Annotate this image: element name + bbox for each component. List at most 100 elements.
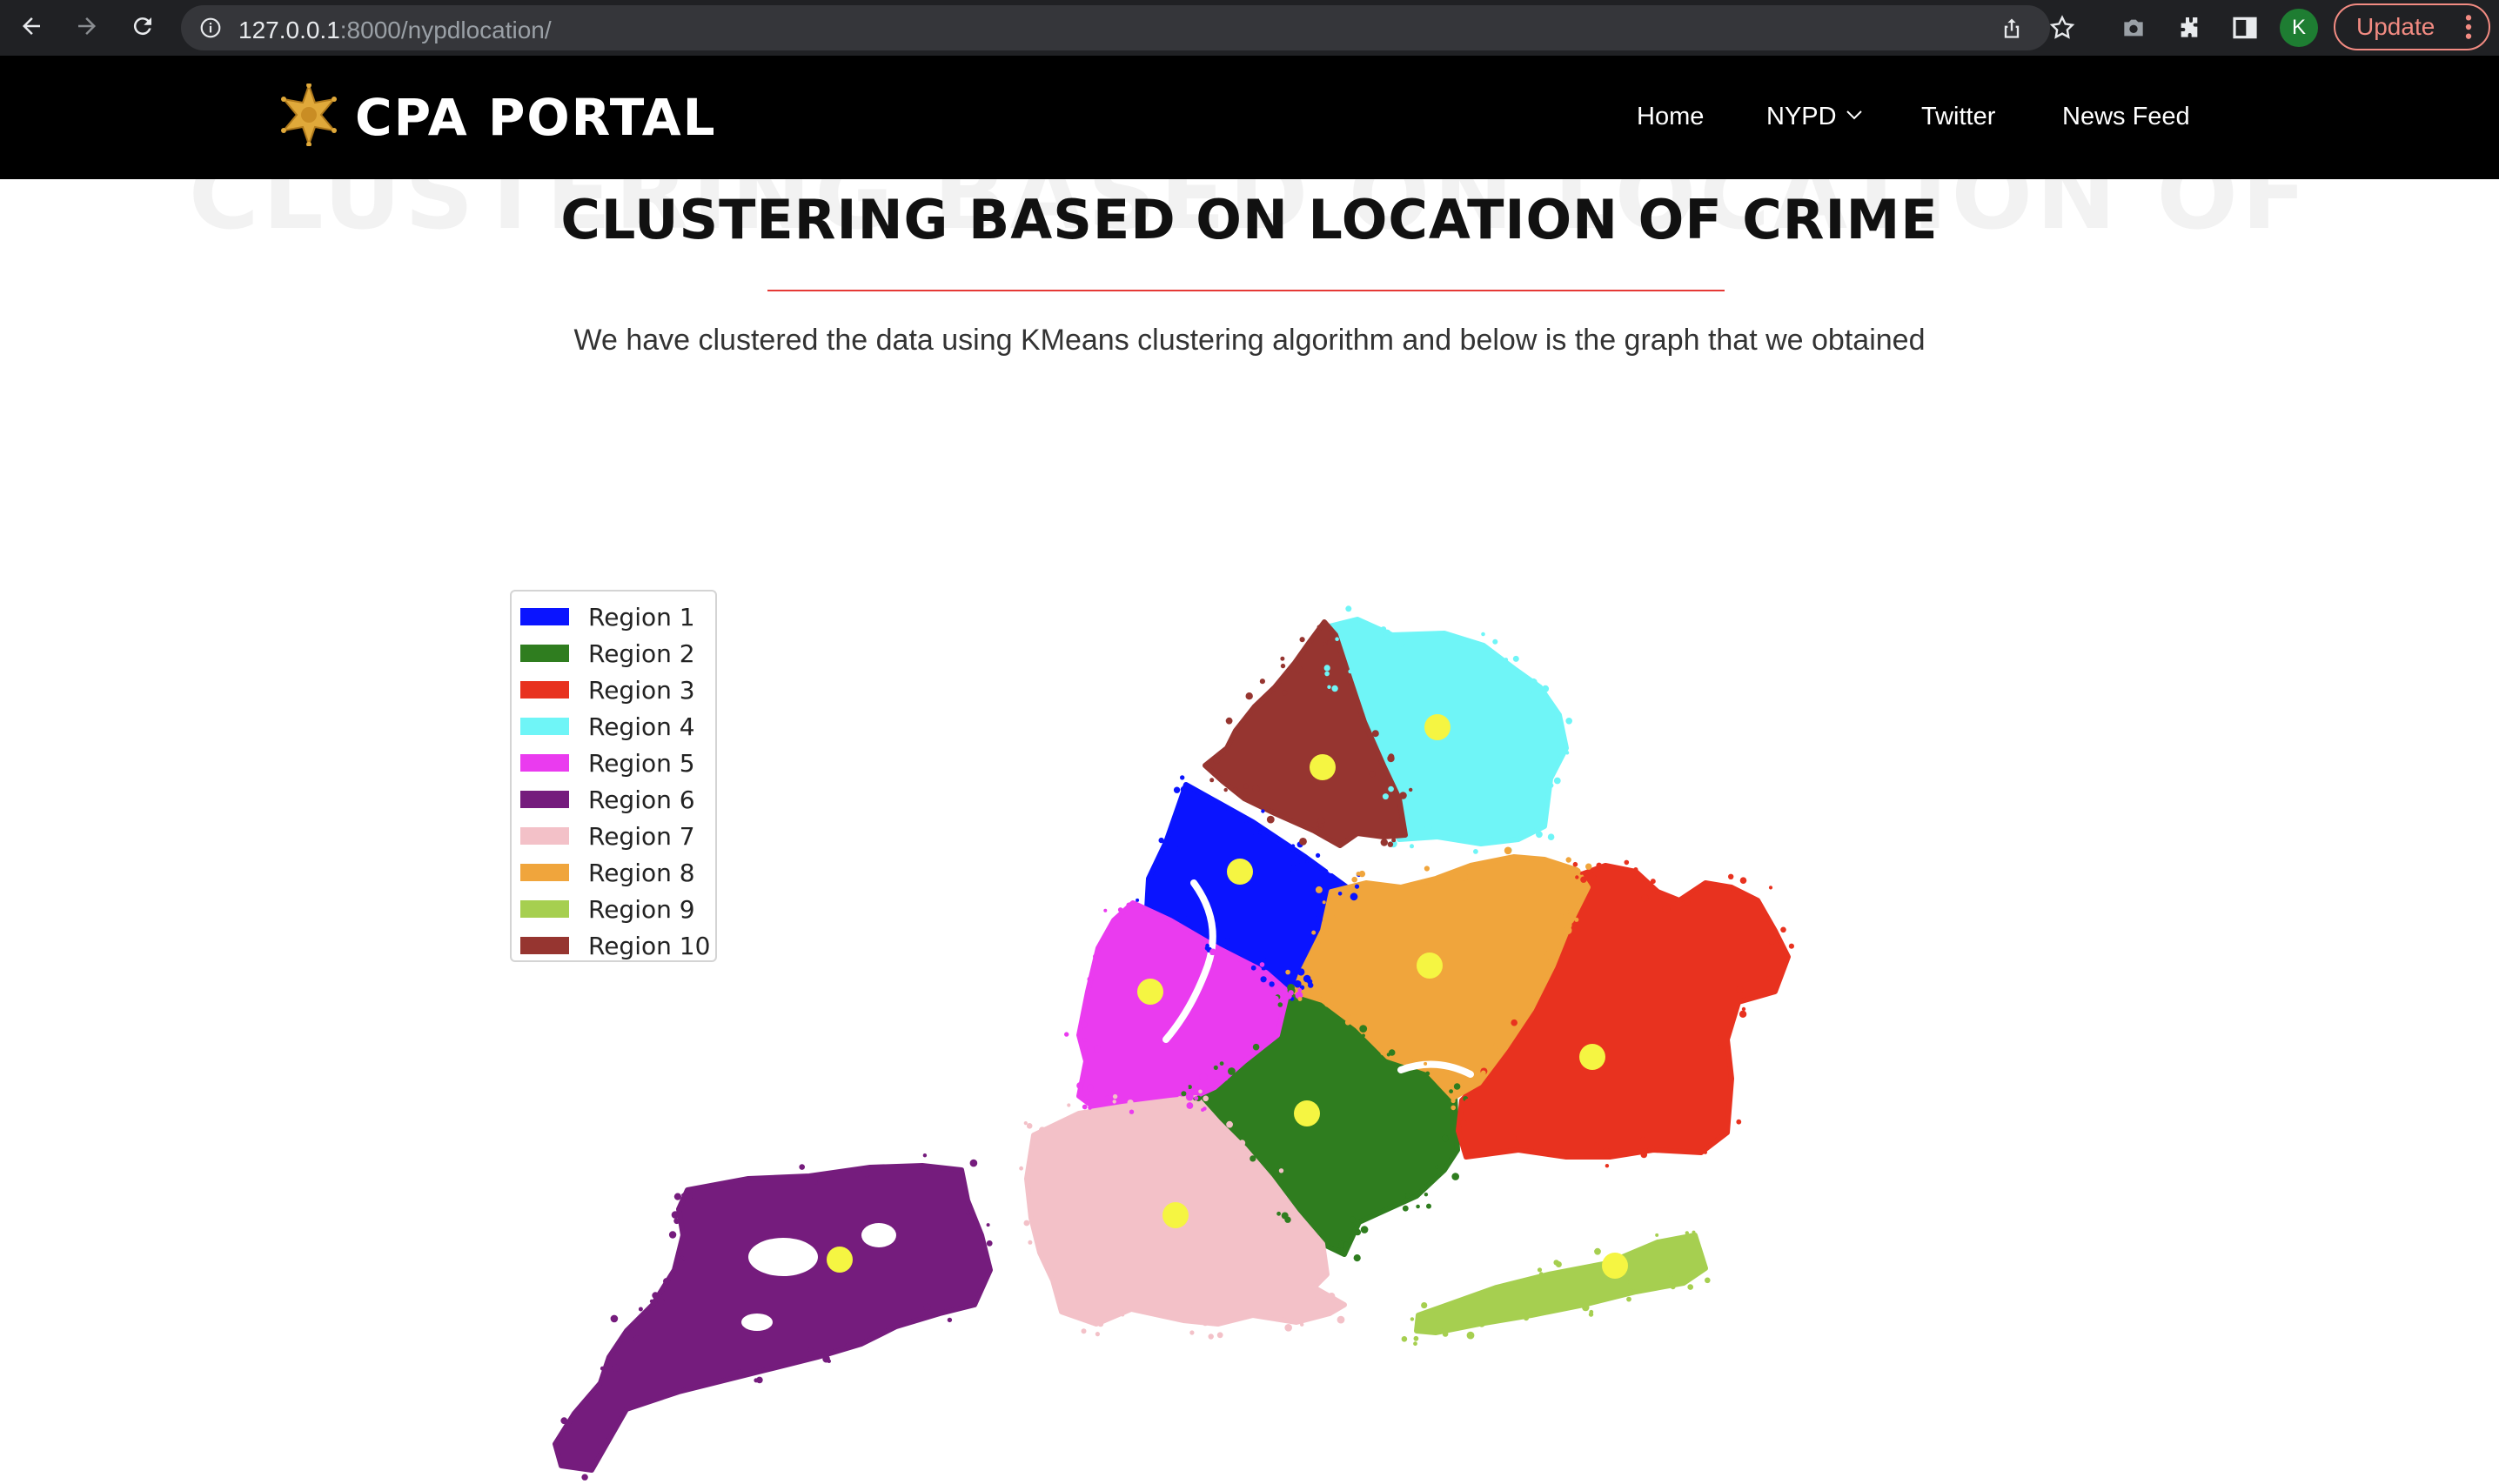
cluster-point	[986, 1223, 990, 1227]
cluster-point	[1299, 838, 1307, 846]
legend-label: Region 3	[588, 675, 695, 705]
cluster-point	[1535, 1307, 1539, 1312]
cluster-point	[1313, 1291, 1322, 1299]
cluster-point	[1294, 979, 1302, 988]
cluster-point	[1189, 1330, 1195, 1335]
cluster-point	[1424, 824, 1432, 831]
cluster-point	[1662, 905, 1671, 913]
cluster-point	[1280, 656, 1285, 661]
cluster-point	[1285, 969, 1290, 975]
cluster-point	[1523, 1314, 1530, 1321]
cluster-point	[1344, 1019, 1351, 1026]
cluster-point	[1337, 892, 1343, 896]
cluster-map	[553, 605, 1794, 1481]
cluster-point	[1525, 830, 1531, 834]
cluster-point	[1387, 841, 1394, 847]
cluster-point	[1263, 694, 1269, 700]
cluster-point	[1388, 1049, 1396, 1056]
river-gap	[1328, 859, 1387, 873]
cluster-point	[1548, 783, 1554, 788]
cluster-point	[681, 1193, 686, 1197]
legend-item: Region 5	[520, 745, 695, 781]
legend-item: Region 8	[520, 854, 695, 891]
cluster-point	[1575, 875, 1579, 879]
cluster-point	[1460, 1120, 1467, 1126]
cluster-point	[1097, 1320, 1104, 1327]
cluster-point	[1504, 1288, 1512, 1297]
cluster-point	[560, 1417, 568, 1425]
cluster-point	[581, 1474, 588, 1481]
cluster-point	[754, 1378, 759, 1383]
cluster-point	[1402, 1205, 1409, 1212]
legend-item: Region 6	[520, 781, 695, 818]
cluster-point	[1553, 777, 1561, 785]
cluster-point	[922, 1153, 928, 1158]
cluster-point	[1329, 987, 1333, 992]
cluster-point	[1345, 605, 1352, 612]
cluster-point	[1547, 833, 1555, 840]
cluster-point	[1371, 730, 1379, 738]
cluster-point	[1626, 1296, 1631, 1302]
cluster-point	[1323, 665, 1330, 672]
cluster-point	[1216, 1332, 1223, 1339]
cluster-point	[1173, 786, 1181, 793]
cluster-point	[1564, 909, 1570, 915]
cluster-point	[1382, 793, 1389, 800]
cluster-point	[1370, 885, 1376, 890]
cluster-point	[1547, 959, 1554, 966]
cluster-point	[1464, 1098, 1472, 1106]
cluster-centroid	[1137, 979, 1163, 1005]
cluster-point	[1112, 1100, 1116, 1104]
cluster-point	[1670, 1284, 1676, 1290]
cluster-point	[1213, 1065, 1218, 1070]
cluster-point	[1239, 1140, 1246, 1146]
legend-item: Region 10	[520, 927, 710, 964]
cluster-centroid	[1227, 859, 1253, 885]
cluster-point	[1348, 625, 1352, 630]
cluster-point	[1424, 884, 1430, 888]
cluster-point	[1350, 670, 1355, 675]
cluster-point	[1026, 1123, 1033, 1129]
cluster-point	[1039, 1126, 1046, 1134]
cluster-centroid	[1424, 714, 1450, 740]
cluster-point	[1388, 785, 1394, 792]
cluster-point	[1064, 1032, 1069, 1037]
cluster-point	[1297, 987, 1303, 993]
cluster-point	[1177, 1096, 1183, 1101]
cluster-point	[1112, 1093, 1118, 1100]
cluster-point	[1739, 877, 1747, 884]
cluster-point	[1316, 852, 1321, 859]
cluster-point	[1180, 785, 1187, 793]
cluster-point	[1277, 973, 1285, 981]
cluster-point	[1085, 997, 1091, 1002]
cluster-point	[1421, 1317, 1428, 1324]
cluster-point	[1208, 1334, 1214, 1340]
cluster-point	[1582, 1303, 1590, 1312]
cluster-point	[1295, 665, 1303, 674]
cluster-point	[1323, 1000, 1331, 1007]
cluster-point	[1399, 792, 1407, 799]
cluster-point	[1511, 1019, 1517, 1026]
cluster-point	[1205, 943, 1209, 948]
cluster-point	[1360, 712, 1365, 717]
legend-label: Region 2	[588, 638, 695, 668]
cluster-point	[1082, 1069, 1090, 1077]
cluster-point	[1158, 1104, 1166, 1112]
cluster-centroid	[1579, 1044, 1605, 1070]
cluster-point	[1359, 1025, 1368, 1033]
cluster-point	[864, 1173, 870, 1178]
cluster-point	[1223, 787, 1228, 792]
cluster-point	[1331, 685, 1338, 692]
cluster-point	[1360, 1226, 1369, 1233]
cluster-point	[845, 1342, 853, 1350]
cluster-point	[1386, 832, 1393, 839]
cluster-point	[1243, 819, 1248, 823]
cluster-point	[1025, 1173, 1029, 1178]
cluster-point	[1409, 787, 1413, 792]
cluster-point	[1562, 742, 1567, 747]
cluster-point	[1226, 1120, 1233, 1128]
cluster-point	[1450, 1098, 1456, 1104]
cluster-point	[1260, 976, 1267, 983]
cluster-point	[1492, 1285, 1498, 1291]
cluster-point	[1572, 861, 1578, 867]
